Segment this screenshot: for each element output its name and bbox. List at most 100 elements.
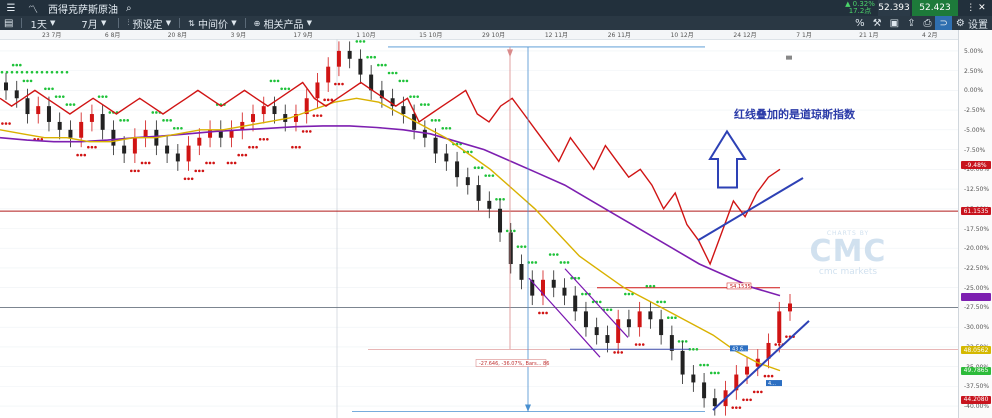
indicator-dot xyxy=(387,71,391,75)
indicator-dot xyxy=(183,177,187,181)
indicator-dot xyxy=(416,95,419,98)
indicator-dot xyxy=(230,161,233,165)
indicator-dot xyxy=(326,98,330,102)
more-icon[interactable]: ⋮ xyxy=(966,3,975,13)
indicator-dot xyxy=(752,390,756,394)
candle-body xyxy=(433,137,438,154)
indicator-dot xyxy=(384,63,387,67)
indicator-dot xyxy=(133,169,137,173)
change-points: 17.2点 xyxy=(848,7,872,15)
indicator-dot xyxy=(90,145,94,149)
indicator-dot xyxy=(79,153,83,157)
indicator-dot xyxy=(262,138,266,141)
layout-icon[interactable]: ▤ xyxy=(0,16,17,30)
close-icon[interactable]: ✕ xyxy=(978,3,986,13)
candle-body xyxy=(336,50,341,67)
indicator-dot xyxy=(548,253,552,256)
share-icon[interactable]: ⇪ xyxy=(903,16,919,30)
candle-body xyxy=(637,311,642,328)
indicator-dot xyxy=(717,371,720,375)
preset-button[interactable]: ⫶ 预设定 ▼ xyxy=(123,16,175,31)
window-controls: ⋮ ✕ xyxy=(960,0,992,16)
settings-button[interactable]: ⚙ 设置 xyxy=(952,16,992,31)
indicator-dot xyxy=(487,174,491,177)
candle-body xyxy=(175,153,180,162)
sell-button[interactable]: 52.393 xyxy=(878,0,910,16)
indicator-dot xyxy=(308,130,312,133)
candle-body xyxy=(197,137,202,146)
indicator-dot xyxy=(55,70,59,74)
link-icon[interactable]: ⊃ xyxy=(935,16,952,30)
indicator-dot xyxy=(273,79,276,83)
indicator-dot xyxy=(119,119,122,122)
price-type-button[interactable]: ⇅ 中间价 ▼ xyxy=(184,16,240,31)
chart-type-icon[interactable]: 〽 xyxy=(22,1,44,16)
price-chart[interactable]: -27.646, -36.07%, Bars... 86 54.1535 43.6.… xyxy=(0,39,958,418)
instrument-name[interactable]: 西得克萨斯原油 xyxy=(44,1,122,16)
candle-body xyxy=(79,121,84,138)
indicator-dot xyxy=(398,79,402,83)
candle-body xyxy=(626,319,631,328)
indicator-dot xyxy=(380,63,384,67)
indicator-dot xyxy=(774,343,777,346)
candle-body xyxy=(14,90,19,99)
indicator-dot xyxy=(674,316,677,319)
indicator-dot xyxy=(226,161,230,165)
indicator-dot xyxy=(502,197,505,201)
indicator-dot xyxy=(330,98,334,102)
indicator-dot xyxy=(137,169,140,173)
timeframe-select[interactable]: 1天 ▼ xyxy=(26,16,59,31)
candle-body xyxy=(616,319,621,343)
indicator-dot xyxy=(58,95,61,98)
indicator-dot xyxy=(334,82,337,86)
indicator-dot xyxy=(638,343,641,346)
indicator-dot xyxy=(11,63,15,67)
indicator-dot xyxy=(151,111,155,114)
indicator-dot xyxy=(248,145,251,149)
search-icon[interactable]: ⌕ xyxy=(122,1,136,15)
indicator-dot xyxy=(319,114,323,117)
related-products-button[interactable]: ⊕ 相关产品 ▼ xyxy=(250,16,316,31)
y-price-label: 44.2080 xyxy=(961,395,991,404)
indicator-dot xyxy=(552,253,556,256)
related-label: 相关产品 xyxy=(263,19,304,31)
candle-body xyxy=(583,311,588,328)
y-axis: 5.00% 2.50% 0.00% -2.50% -5.00% -7.50% -10.00%… xyxy=(958,30,992,418)
watermark-logo: CMC xyxy=(809,234,887,269)
indicator-dot xyxy=(706,363,709,367)
indicator-dot xyxy=(742,398,745,402)
indicator-dot xyxy=(237,153,240,157)
indicator-dot xyxy=(670,316,674,319)
indicator-dot xyxy=(598,300,602,304)
indicator-dot xyxy=(434,119,437,122)
indicator-dot xyxy=(355,40,359,43)
percent-icon[interactable]: % xyxy=(851,16,869,30)
candle-body xyxy=(347,50,352,59)
buy-button[interactable]: 52.423 xyxy=(912,0,958,16)
indicator-dot xyxy=(35,70,39,74)
range-select[interactable]: 7月 ▼ xyxy=(77,16,110,31)
x-tick-label: 7 1月 xyxy=(796,32,812,39)
indicator-dot xyxy=(477,166,480,170)
indicator-dot xyxy=(44,87,47,91)
indicator-dot xyxy=(201,169,205,173)
indicator-dot xyxy=(212,161,215,165)
y-tick-label: 0.00% xyxy=(964,87,984,95)
indicator-dot xyxy=(699,363,702,367)
print-icon[interactable]: ⎙ xyxy=(919,16,935,30)
indicator-dot xyxy=(94,145,97,149)
menu-icon[interactable]: ☰ xyxy=(0,1,22,15)
chevron-down-icon: ▼ xyxy=(306,19,313,27)
wrench-icon[interactable]: ⚒ xyxy=(869,16,886,30)
indicator-dot xyxy=(731,406,735,409)
camera-icon[interactable]: ▣ xyxy=(886,16,903,30)
indicator-dot xyxy=(659,300,663,304)
indicator-dot xyxy=(606,308,609,312)
indicator-dot xyxy=(283,87,287,91)
y-tick-label: -37.50% xyxy=(964,383,990,391)
indicator-dot xyxy=(108,111,112,114)
indicator-dot xyxy=(69,103,72,106)
indicator-dot xyxy=(577,276,581,280)
candle-body xyxy=(519,264,524,280)
candle-body xyxy=(680,350,685,375)
